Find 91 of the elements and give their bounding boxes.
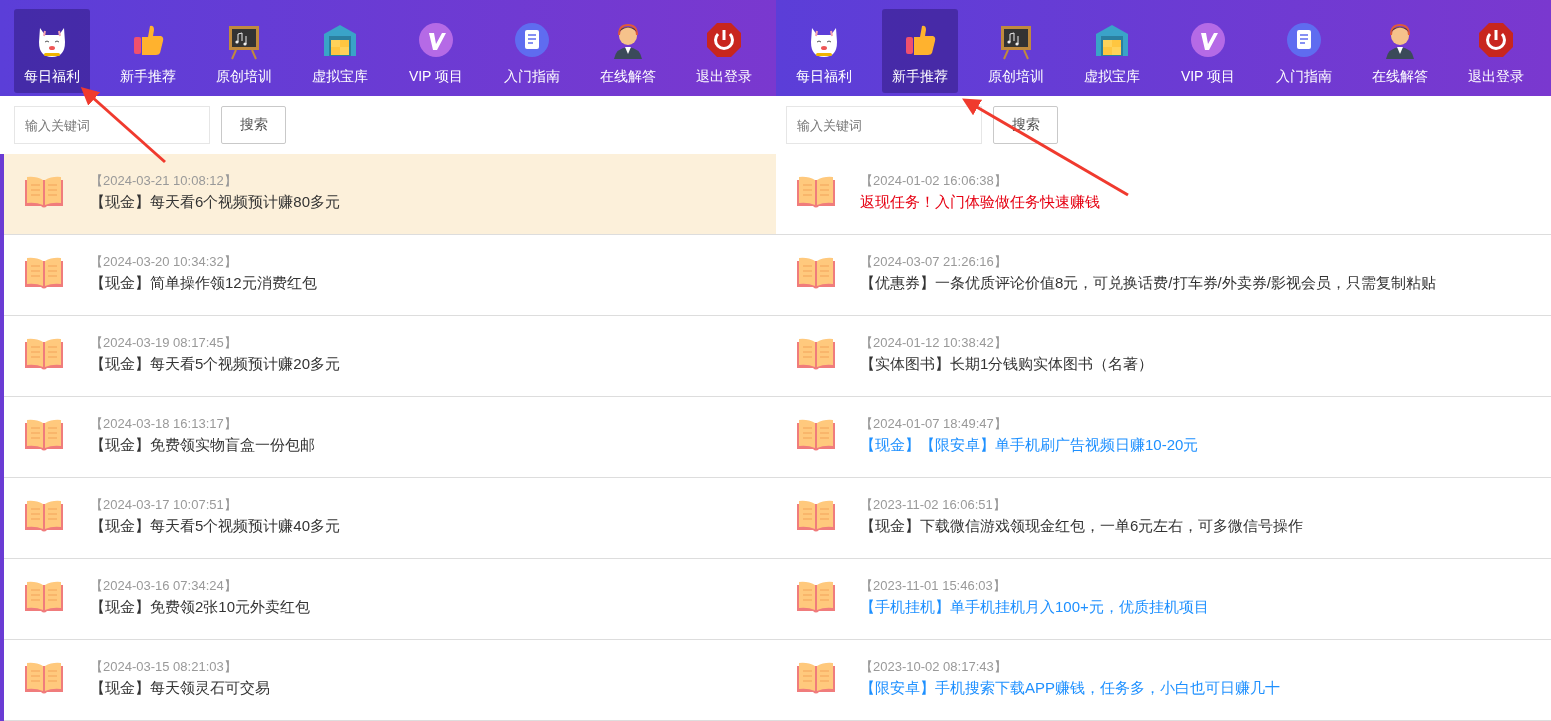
open-book-icon	[24, 337, 64, 371]
article-title[interactable]: 【现金】免费领实物盲盒一份包邮	[90, 436, 315, 455]
search-button[interactable]: 搜索	[221, 106, 286, 144]
article-row[interactable]: 【2024-03-20 10:34:32】 【现金】简单操作领12元消费红包	[4, 235, 776, 316]
open-book-icon	[24, 418, 64, 452]
nav-item[interactable]: 每日福利	[14, 9, 90, 93]
article-row[interactable]: 【2024-01-12 10:38:42】 【实体图书】长期1分钱购实体图书（名著）	[776, 316, 1551, 397]
open-book-icon	[796, 661, 836, 695]
nav-label: 虚拟宝库	[312, 68, 368, 86]
article-title[interactable]: 【现金】简单操作领12元消费红包	[90, 274, 317, 293]
nav-item[interactable]: 入门指南	[1266, 9, 1342, 93]
nav-label: 新手推荐	[892, 68, 948, 86]
nav-label: 原创培训	[216, 68, 272, 86]
nav-item[interactable]: 原创培训	[206, 9, 282, 93]
article-title[interactable]: 【优惠券】一条优质评论价值8元，可兑换话费/打车券/外卖券/影视会员，只需复制粘贴	[860, 274, 1436, 293]
article-date: 【2024-03-07 21:26:16】	[860, 253, 1008, 271]
nav-item[interactable]: VIP 项目	[398, 9, 474, 93]
article-date: 【2024-03-17 10:07:51】	[90, 496, 238, 514]
article-date: 【2024-03-16 07:34:24】	[90, 577, 238, 595]
article-row[interactable]: 【2024-03-18 16:13:17】 【现金】免费领实物盲盒一份包邮	[4, 397, 776, 478]
article-date: 【2023-11-01 15:46:03】	[860, 577, 1007, 595]
open-book-icon	[24, 175, 64, 209]
nav-item[interactable]: 在线解答	[590, 9, 666, 93]
article-date: 【2024-01-02 16:06:38】	[860, 172, 1008, 190]
nav-item[interactable]: 退出登录	[686, 9, 762, 93]
nav-item[interactable]: 新手推荐	[882, 9, 958, 93]
article-title[interactable]: 【现金】每天看5个视频预计赚40多元	[90, 517, 341, 536]
article-row[interactable]: 【2024-03-19 08:17:45】 【现金】每天看5个视频预计赚20多元	[4, 316, 776, 397]
nav-label: 原创培训	[988, 68, 1044, 86]
nav-label: 每日福利	[796, 68, 852, 86]
open-book-icon	[796, 499, 836, 533]
article-date: 【2024-03-15 08:21:03】	[90, 658, 238, 676]
article-title[interactable]: 【现金】免费领2张10元外卖红包	[90, 598, 311, 617]
article-date: 【2024-03-19 08:17:45】	[90, 334, 238, 352]
open-book-icon	[796, 175, 836, 209]
nav-label: 入门指南	[1276, 68, 1332, 86]
article-date: 【2024-03-21 10:08:12】	[90, 172, 238, 190]
nav-item[interactable]: 每日福利	[786, 9, 862, 93]
open-book-icon	[796, 418, 836, 452]
article-row[interactable]: 【2024-03-07 21:26:16】 【优惠券】一条优质评论价值8元，可兑换话费/打车券/外卖券/影视会员，只需复制粘贴	[776, 235, 1551, 316]
v-letter-icon	[416, 20, 456, 60]
article-date: 【2024-03-18 16:13:17】	[90, 415, 238, 433]
document-icon	[1284, 20, 1324, 60]
article-row[interactable]: 【2023-11-02 16:06:51】 【现金】下载微信游戏领现金红包，一单6元左右，可多微信号操作	[776, 478, 1551, 559]
article-date: 【2024-01-07 18:49:47】	[860, 415, 1008, 433]
nav-item[interactable]: 在线解答	[1362, 9, 1438, 93]
keyword-input-field[interactable]: 输入关键词	[14, 106, 210, 144]
open-book-icon	[796, 256, 836, 290]
article-title[interactable]: 返现任务！入门体验做任务快速赚钱	[860, 193, 1100, 212]
nav-item[interactable]: 退出登录	[1458, 9, 1534, 93]
nav-label: 入门指南	[504, 68, 560, 86]
article-title[interactable]: 【实体图书】长期1分钱购实体图书（名著）	[860, 355, 1154, 374]
article-title[interactable]: 【现金】每天领灵石可交易	[90, 679, 270, 698]
article-title[interactable]: 【现金】下载微信游戏领现金红包，一单6元左右，可多微信号操作	[860, 517, 1304, 536]
open-book-icon	[796, 337, 836, 371]
power-icon	[1476, 20, 1516, 60]
article-row[interactable]: 【2024-03-16 07:34:24】 【现金】免费领2张10元外卖红包	[4, 559, 776, 640]
nav-label: VIP 项目	[408, 68, 464, 86]
open-book-icon	[796, 580, 836, 614]
nav-item[interactable]: 原创培训	[978, 9, 1054, 93]
nav-item[interactable]: 虚拟宝库	[1074, 9, 1150, 93]
open-book-icon	[24, 661, 64, 695]
article-date: 【2024-01-12 10:38:42】	[860, 334, 1008, 352]
article-title[interactable]: 【现金】每天看5个视频预计赚20多元	[90, 355, 341, 374]
open-book-icon	[24, 256, 64, 290]
nav-label: VIP 项目	[1180, 68, 1236, 86]
nav-label: 退出登录	[696, 68, 752, 86]
nav-item[interactable]: 入门指南	[494, 9, 570, 93]
nav-item[interactable]: 虚拟宝库	[302, 9, 378, 93]
article-date: 【2024-03-20 10:34:32】	[90, 253, 238, 271]
article-title[interactable]: 【现金】每天看6个视频预计赚80多元	[90, 193, 341, 212]
article-date: 【2023-11-02 16:06:51】	[860, 496, 1007, 514]
open-book-icon	[24, 580, 64, 614]
nav-label: 在线解答	[600, 68, 656, 86]
article-date: 【2023-10-02 08:17:43】	[860, 658, 1008, 676]
nav-label: 在线解答	[1372, 68, 1428, 86]
keyword-input-field[interactable]: 输入关键词	[786, 106, 982, 144]
article-row[interactable]: 【2024-01-02 16:06:38】 返现任务！入门体验做任务快速赚钱	[776, 154, 1551, 235]
nav-label: 每日福利	[24, 68, 80, 86]
power-icon	[704, 20, 744, 60]
nav-label: 退出登录	[1468, 68, 1524, 86]
article-row[interactable]: 【2024-03-17 10:07:51】 【现金】每天看5个视频预计赚40多元	[4, 478, 776, 559]
nav-label: 虚拟宝库	[1084, 68, 1140, 86]
nav-item[interactable]: VIP 项目	[1170, 9, 1246, 93]
article-row[interactable]: 【2024-03-21 10:08:12】 【现金】每天看6个视频预计赚80多元	[4, 154, 776, 235]
article-row[interactable]: 【2024-03-15 08:21:03】 【现金】每天领灵石可交易	[4, 640, 776, 721]
nav-item[interactable]: 新手推荐	[110, 9, 186, 93]
nav-label: 新手推荐	[120, 68, 176, 86]
document-icon	[512, 20, 552, 60]
v-letter-icon	[1188, 20, 1228, 60]
open-book-icon	[24, 499, 64, 533]
